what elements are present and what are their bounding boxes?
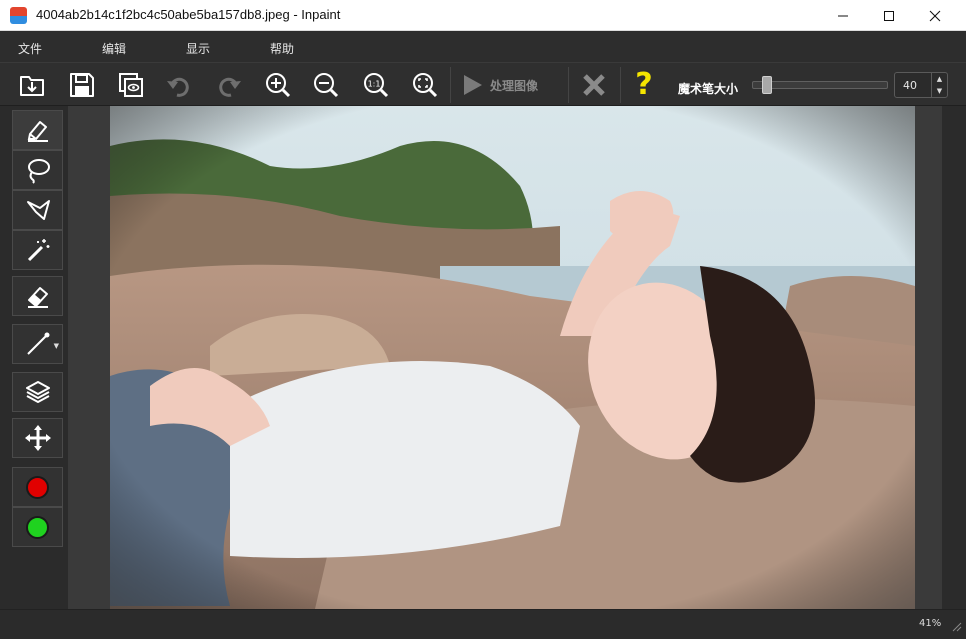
brush-size-spinbox[interactable]: 40 ▲ ▼: [894, 72, 948, 98]
magic-wand-tool-button[interactable]: [12, 230, 63, 270]
brush-size-slider-handle[interactable]: [761, 76, 772, 94]
maximize-button[interactable]: [866, 0, 912, 31]
move-tool-button[interactable]: [12, 418, 63, 458]
eraser-tool-button[interactable]: [12, 276, 63, 316]
menu-file[interactable]: 文件: [18, 40, 42, 57]
zoom-fit-button[interactable]: [409, 69, 441, 101]
zoom-1to1-button[interactable]: 1:1: [360, 69, 392, 101]
polygonal-lasso-icon: [26, 200, 50, 220]
window-title: 4004ab2b14c1f2bc4c50abe5ba157db8.jpeg - …: [36, 7, 341, 22]
brush-size-slider[interactable]: [752, 81, 888, 89]
help-icon: ?: [635, 67, 653, 102]
red-color-swatch: [26, 475, 49, 499]
open-icon: [20, 76, 44, 96]
process-image-button[interactable]: 处理图像: [460, 69, 564, 101]
line-guide-icon: [26, 332, 49, 355]
menu-view[interactable]: 显示: [186, 40, 210, 57]
menu-help[interactable]: 帮助: [270, 40, 294, 57]
x-icon: [583, 74, 605, 96]
magic-wand-icon: [27, 239, 49, 262]
close-button[interactable]: [912, 0, 958, 31]
app-icon: [10, 7, 27, 24]
zoom-fit-icon: [413, 73, 438, 98]
redo-button[interactable]: [213, 69, 245, 101]
play-icon: [464, 75, 482, 95]
marker-tool-button[interactable]: [12, 110, 63, 150]
status-bar: 41%: [0, 609, 966, 639]
maximize-icon: [884, 10, 894, 21]
save-button[interactable]: [66, 69, 98, 101]
resize-grip-icon[interactable]: [950, 620, 962, 632]
clear-selection-button[interactable]: [578, 69, 610, 101]
layers-icon: [25, 381, 50, 403]
title-bar: 4004ab2b14c1f2bc4c50abe5ba157db8.jpeg - …: [0, 0, 966, 31]
undo-button[interactable]: [163, 69, 195, 101]
red-color-button[interactable]: [12, 467, 63, 507]
polygonal-lasso-tool-button[interactable]: [12, 190, 63, 230]
photo-image: [110, 106, 915, 609]
minimize-button[interactable]: [820, 0, 866, 31]
brush-size-value[interactable]: 40: [903, 79, 917, 92]
lasso-icon: [27, 159, 50, 184]
zoom-in-icon: [266, 73, 291, 98]
lasso-tool-button[interactable]: [12, 150, 63, 190]
menu-edit[interactable]: 编辑: [102, 40, 126, 57]
minimize-icon: [838, 15, 848, 16]
redo-icon: [219, 77, 241, 97]
svg-text:1:1: 1:1: [368, 80, 381, 89]
marker-icon: [27, 121, 48, 142]
open-button[interactable]: [16, 69, 48, 101]
zoom-out-button[interactable]: [310, 69, 342, 101]
chevron-down-icon[interactable]: ▼: [54, 342, 59, 350]
undo-icon: [167, 77, 189, 97]
line-guide-tool-button[interactable]: ▼: [12, 324, 63, 364]
close-icon: [929, 10, 941, 21]
spin-down-button[interactable]: ▼: [932, 85, 947, 97]
layers-tool-button[interactable]: [12, 372, 63, 412]
green-color-button[interactable]: [12, 507, 63, 547]
zoom-1to1-icon: 1:1: [364, 73, 389, 98]
zoom-in-button[interactable]: [262, 69, 294, 101]
move-icon: [24, 425, 51, 451]
zoom-level: 41%: [919, 618, 942, 629]
image-canvas[interactable]: [110, 106, 915, 609]
save-view-button[interactable]: [115, 69, 147, 101]
app-window: 4004ab2b14c1f2bc4c50abe5ba157db8.jpeg - …: [0, 0, 966, 639]
zoom-out-icon: [314, 73, 339, 98]
menu-bar: 文件 编辑 显示 帮助: [0, 32, 966, 62]
process-image-label: 处理图像: [490, 78, 539, 93]
save-icon: [70, 73, 94, 97]
brush-size-label: 魔术笔大小: [678, 82, 739, 96]
save-view-icon: [119, 73, 143, 97]
spin-up-button[interactable]: ▲: [932, 73, 947, 85]
help-button[interactable]: ?: [628, 69, 660, 101]
eraser-icon: [27, 287, 48, 308]
green-color-swatch: [26, 515, 49, 539]
vertical-scrollbar[interactable]: [942, 106, 966, 609]
